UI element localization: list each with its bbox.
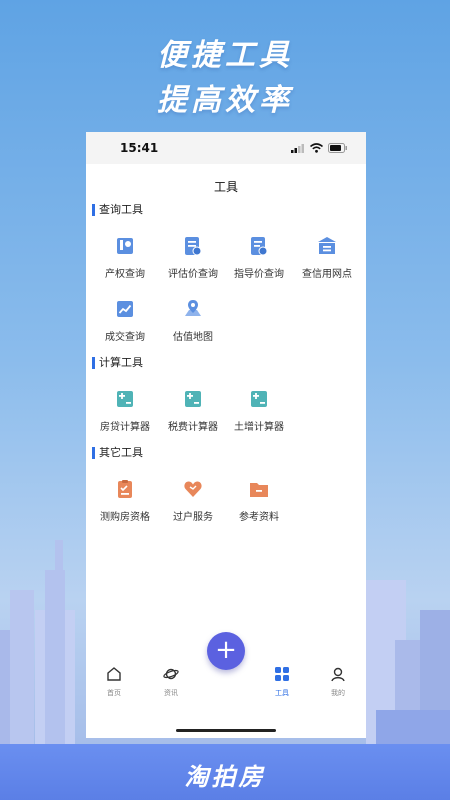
bottom-tab-bar: 首页 资讯 工具 我的: [86, 662, 366, 698]
tab-tools[interactable]: 工具: [262, 666, 302, 698]
planet-icon: [163, 668, 179, 680]
tool-label: 过户服务: [173, 512, 213, 523]
tool-land-value-calculator[interactable]: 土增计算器: [224, 389, 294, 434]
battery-icon: [328, 143, 347, 153]
tab-label: 资讯: [164, 689, 178, 697]
tool-label: 产权查询: [105, 269, 145, 280]
tab-label: 首页: [107, 689, 121, 697]
tool-transaction[interactable]: 成交查询: [90, 299, 160, 344]
home-indicator: [176, 729, 276, 732]
bank-icon: [318, 237, 336, 254]
tool-label: 房贷计算器: [100, 422, 150, 433]
home-icon: [107, 667, 121, 681]
tool-reference-materials[interactable]: 参考资料: [224, 479, 294, 524]
tool-label: 评估价查询: [168, 269, 218, 280]
phone-screen: 15:41 工具 查询工具 产权查询 评估价查询 指导价查询 查信用网点 成交查…: [86, 132, 366, 738]
section-title-other: 其它工具: [92, 447, 143, 459]
brand-name: 淘拍房: [184, 763, 266, 791]
tool-label: 税费计算器: [168, 422, 218, 433]
property-rights-icon: [117, 238, 133, 254]
plus-icon: +: [215, 635, 237, 665]
checklist-icon: [118, 480, 132, 498]
tool-label: 指导价查询: [234, 269, 284, 280]
calculator-icon: [117, 391, 133, 407]
tool-transfer-service[interactable]: 过户服务: [158, 479, 228, 524]
status-bar: 15:41: [86, 132, 366, 164]
user-icon: [331, 667, 345, 682]
appraisal-icon: [185, 237, 202, 256]
tool-appraisal[interactable]: 评估价查询: [158, 236, 228, 281]
calculator-icon: [185, 391, 201, 407]
guide-price-icon: [251, 237, 268, 256]
section-title-calculate: 计算工具: [92, 357, 143, 369]
section-title-query: 查询工具: [92, 204, 143, 216]
tool-guide-price[interactable]: 指导价查询: [224, 236, 294, 281]
tab-mine[interactable]: 我的: [318, 666, 358, 698]
tool-valuation-map[interactable]: 估值地图: [158, 299, 228, 344]
page-title: 工具: [213, 180, 238, 194]
tab-home[interactable]: 首页: [94, 666, 134, 698]
folder-icon: [250, 483, 268, 497]
promo-line-1: 便捷工具: [157, 38, 293, 73]
signal-icon: [291, 143, 304, 153]
map-pin-icon: [185, 300, 201, 316]
promo-line-2: 提高效率: [157, 83, 293, 118]
tool-label: 估值地图: [173, 332, 213, 343]
tool-label: 成交查询: [105, 332, 145, 343]
calculator-icon: [251, 391, 267, 407]
heart-icon: [184, 481, 202, 497]
tool-property-rights[interactable]: 产权查询: [90, 236, 160, 281]
tool-purchase-eligibility[interactable]: 测购房资格: [90, 479, 160, 524]
tool-tax-calculator[interactable]: 税费计算器: [158, 389, 228, 434]
tool-label: 查信用网点: [302, 269, 352, 280]
tab-label: 我的: [331, 689, 345, 697]
tab-news[interactable]: 资讯: [151, 666, 191, 698]
tool-label: 测购房资格: [100, 512, 150, 523]
grid-icon: [275, 667, 289, 681]
tab-label: 工具: [275, 689, 289, 697]
wifi-icon: [310, 143, 323, 153]
status-time: 15:41: [120, 141, 159, 155]
tool-label: 土增计算器: [234, 422, 284, 433]
tool-mortgage-calculator[interactable]: 房贷计算器: [90, 389, 160, 434]
trend-chart-icon: [117, 301, 133, 317]
tool-credit-branch[interactable]: 查信用网点: [292, 236, 362, 281]
tool-label: 参考资料: [239, 512, 279, 523]
